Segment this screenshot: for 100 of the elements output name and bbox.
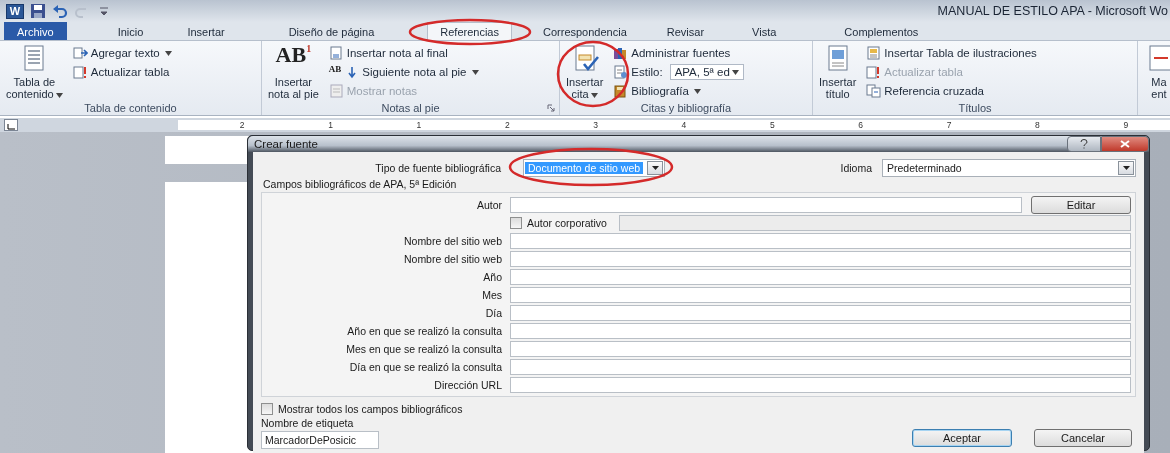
ribbon-button[interactable]: Insertar Tabla de ilustraciones	[864, 44, 1039, 62]
field-label: Mes	[481, 288, 503, 301]
input-field[interactable]	[510, 358, 1131, 375]
group-caption: Tabla de contenido	[84, 102, 177, 114]
ruler-number: 2	[239, 120, 245, 130]
ribbon-tab[interactable]: Correspondencia	[530, 22, 640, 40]
ribbon-tab[interactable]: Vista	[739, 22, 790, 40]
group-caption: Citas y bibliografía	[640, 102, 732, 114]
input-field[interactable]	[510, 286, 1131, 303]
close-button[interactable]	[1101, 136, 1149, 152]
page-exclamation-icon	[866, 65, 882, 79]
caret-icon	[471, 69, 479, 75]
input-field[interactable]	[510, 268, 1131, 285]
ribbon-button[interactable]: AB$^{1}$ Insertar nota al pie	[266, 44, 321, 101]
caret-icon	[693, 88, 701, 94]
field-label: Nombre de etiqueta	[261, 417, 355, 429]
caret-icon	[55, 93, 63, 98]
ribbon-button[interactable]: Bibliografía	[611, 82, 746, 100]
undo-icon[interactable]	[52, 3, 68, 19]
ruler-number: 7	[946, 120, 952, 130]
edit-button[interactable]: Editar	[1031, 195, 1131, 214]
help-icon	[1080, 139, 1088, 149]
ok-button[interactable]: Aceptar	[912, 429, 1012, 447]
superscript-label: AB$^{1}$	[275, 44, 312, 69]
ribbon-button[interactable]: Estilo: APA, 5ª ed	[611, 63, 746, 81]
input-field[interactable]: MarcadorDePosicic	[261, 431, 379, 449]
tab-selector-icon[interactable]	[4, 119, 18, 131]
page-exclamation-icon	[72, 65, 88, 79]
ribbon-button[interactable]: AB Siguiente nota al pie	[326, 63, 481, 81]
save-icon[interactable]	[30, 3, 46, 19]
checkbox-label: Mostrar todos los campos bibliográficos	[278, 403, 463, 415]
field-label: Año en que se realizó la consulta	[346, 324, 503, 337]
cancel-button[interactable]: Cancelar	[1034, 429, 1132, 447]
app-logo: W	[6, 3, 24, 19]
close-icon	[1120, 140, 1130, 148]
ribbon-button[interactable]: Ma ent	[1142, 44, 1170, 115]
input-field[interactable]	[510, 340, 1131, 357]
field-label: Idioma	[840, 162, 872, 174]
ribbon-button[interactable]: Tabla de contenido	[4, 44, 65, 101]
ribbon-button[interactable]: Insertar nota al final	[326, 44, 481, 62]
section-label: Campos bibliográficos de APA, 5ª Edición	[263, 178, 458, 192]
book-icon	[613, 84, 629, 98]
document-icon	[613, 65, 629, 79]
page-arrow-icon	[72, 46, 88, 60]
ribbon-button[interactable]: Agregar texto	[70, 44, 174, 62]
ruler-number: 1	[328, 120, 333, 130]
ribbon-button[interactable]: Referencia cruzada	[864, 82, 1039, 100]
window-title: MANUAL DE ESTILO APA - Microsoft Wo	[937, 4, 1168, 18]
ribbon-button[interactable]: Actualizar tabla	[70, 63, 174, 81]
language-dropdown[interactable]: Predeterminado	[882, 159, 1136, 177]
field-label: Año	[482, 270, 503, 283]
ruler-number: 1	[416, 120, 422, 130]
ribbon-tab[interactable]: Complementos	[831, 22, 932, 40]
ribbon-button[interactable]: Insertar título	[817, 44, 859, 101]
books-icon	[613, 46, 629, 60]
caret-icon	[731, 69, 739, 75]
group-caption: Notas al pie	[381, 102, 440, 114]
style-dropdown[interactable]: APA, 5ª ed	[669, 64, 744, 80]
input-field[interactable]	[510, 196, 1022, 213]
checkbox[interactable]	[261, 403, 273, 415]
field-label: Día en que se realizó la consulta	[348, 360, 503, 373]
document-icon	[866, 84, 882, 98]
ribbon-button[interactable]: Insertar cita	[564, 44, 606, 101]
field-label: Nombre del sitio web	[402, 252, 503, 265]
ruler-number: 4	[681, 120, 687, 130]
checkbox[interactable]	[510, 216, 522, 229]
field-label: Autor	[475, 198, 503, 211]
input-field[interactable]	[510, 376, 1131, 393]
document-icon	[328, 84, 344, 98]
field-label: Mes en que se realizó la consulta	[345, 342, 503, 355]
field-label: Dirección URL	[433, 378, 503, 391]
field-label: Día	[484, 306, 503, 319]
input-field[interactable]	[510, 232, 1131, 249]
field-label: Nombre del sitio web	[402, 234, 503, 247]
dialog-launcher-icon[interactable]	[547, 104, 555, 112]
input-field[interactable]	[510, 250, 1131, 267]
ribbon-tab[interactable]: Insertar	[174, 22, 238, 40]
input-field[interactable]	[510, 322, 1131, 339]
ab-label: AB	[328, 65, 342, 76]
ribbon-tab[interactable]: Referencias	[427, 22, 512, 40]
dialog-title: Crear fuente	[254, 138, 318, 150]
ruler-number: 8	[1035, 120, 1040, 130]
help-button[interactable]	[1067, 136, 1101, 152]
ribbon-tab[interactable]: Archivo	[4, 22, 67, 40]
field-label: Tipo de fuente bibliográfica	[374, 162, 502, 174]
ruler-number: 2	[504, 120, 510, 130]
ribbon-tab[interactable]: Diseño de página	[275, 22, 388, 40]
ruler-number: 9	[1123, 120, 1129, 130]
document-icon	[866, 46, 882, 60]
ribbon-tab[interactable]: Revisar	[653, 22, 718, 40]
ruler-number: 3	[593, 120, 598, 130]
ribbon-button[interactable]: Administrar fuentes	[611, 44, 746, 62]
ribbon-tab[interactable]: Inicio	[104, 22, 157, 40]
caret-icon	[590, 93, 598, 98]
checkbox-label: Autor corporativo	[527, 216, 607, 229]
input-field[interactable]	[510, 304, 1131, 321]
group-caption: Títulos	[958, 102, 992, 114]
ruler-number: 5	[769, 120, 775, 130]
ruler-number: 6	[858, 120, 864, 130]
caret-icon	[164, 50, 172, 56]
